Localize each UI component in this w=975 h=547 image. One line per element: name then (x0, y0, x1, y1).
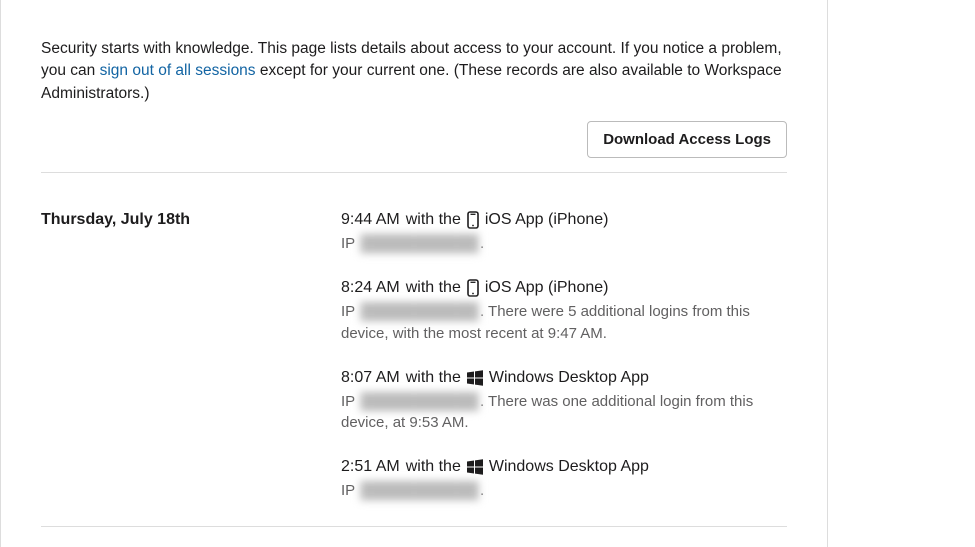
entry-time: 9:44 AM (341, 211, 400, 229)
day-label: Thursday, July 18th (41, 211, 341, 526)
with-the-text: with the (406, 279, 461, 297)
phone-icon (467, 211, 479, 229)
intro-text: Security starts with knowledge. This pag… (1, 0, 827, 121)
period: . (480, 235, 484, 252)
entries-list: 9:44 AM with the iOS App (iPhone) IP ███… (341, 211, 787, 526)
entry-title: 8:07 AM with the Windows Desktop App (341, 369, 787, 387)
with-the-text: with the (406, 458, 461, 476)
ip-redacted: ███████████ (359, 301, 480, 323)
sign-out-all-link[interactable]: sign out of all sessions (100, 62, 256, 79)
access-entry: 8:24 AM with the iOS App (iPhone) IP ███… (341, 279, 787, 345)
entry-client: iOS App (iPhone) (485, 279, 609, 297)
ip-redacted: ███████████ (359, 233, 480, 255)
entry-client: iOS App (iPhone) (485, 211, 609, 229)
access-entry: 9:44 AM with the iOS App (iPhone) IP ███… (341, 211, 787, 255)
entry-subtext: IP ███████████. (341, 233, 787, 255)
period: . (480, 482, 484, 499)
ip-prefix: IP (341, 482, 359, 499)
entry-subtext: IP ███████████. There was one additional… (341, 391, 787, 435)
entry-client: Windows Desktop App (489, 369, 649, 387)
entry-title: 9:44 AM with the iOS App (iPhone) (341, 211, 787, 229)
ip-redacted: ███████████ (359, 480, 480, 502)
windows-icon (467, 459, 483, 475)
phone-icon (467, 279, 479, 297)
ip-prefix: IP (341, 303, 359, 320)
entry-title: 2:51 AM with the Windows Desktop App (341, 458, 787, 476)
entry-subtext: IP ███████████. (341, 480, 787, 502)
ip-redacted: ███████████ (359, 391, 480, 413)
entry-time: 2:51 AM (341, 458, 400, 476)
ip-prefix: IP (341, 235, 359, 252)
divider (41, 526, 787, 527)
entry-client: Windows Desktop App (489, 458, 649, 476)
entry-time: 8:24 AM (341, 279, 400, 297)
access-entry: 8:07 AM with the Windows Desktop App IP … (341, 369, 787, 435)
entry-time: 8:07 AM (341, 369, 400, 387)
download-access-logs-button[interactable]: Download Access Logs (587, 121, 787, 158)
access-entry: 2:51 AM with the Windows Desktop App IP … (341, 458, 787, 502)
day-block: Thursday, July 18th 9:44 AM with the iOS… (1, 173, 827, 526)
access-logs-panel: Security starts with knowledge. This pag… (0, 0, 828, 547)
entry-subtext: IP ███████████. There were 5 additional … (341, 301, 787, 345)
ip-prefix: IP (341, 393, 359, 410)
download-row: Download Access Logs (1, 121, 827, 172)
with-the-text: with the (406, 369, 461, 387)
entry-title: 8:24 AM with the iOS App (iPhone) (341, 279, 787, 297)
with-the-text: with the (406, 211, 461, 229)
windows-icon (467, 370, 483, 386)
